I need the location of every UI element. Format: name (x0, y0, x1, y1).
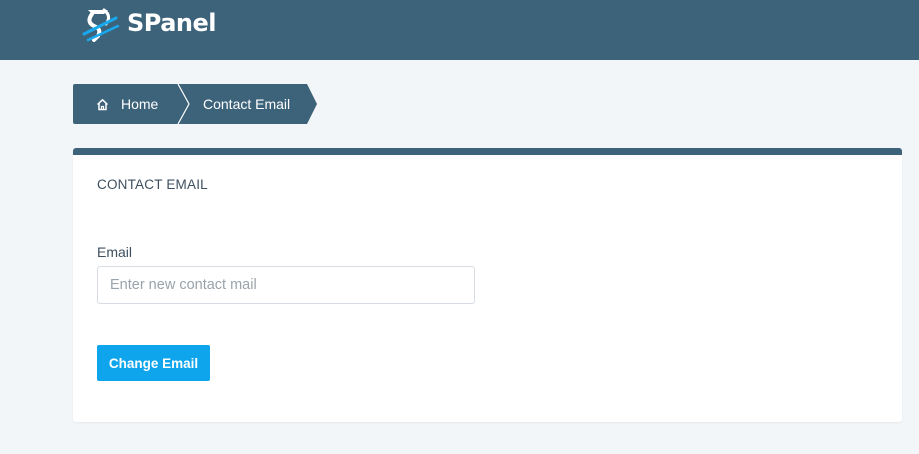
brand-name: SPanel (127, 9, 217, 37)
change-email-button[interactable]: Change Email (97, 345, 210, 381)
email-input[interactable] (97, 266, 475, 304)
brand-logo[interactable]: SPanel (82, 4, 217, 42)
breadcrumb-home-label: Home (121, 96, 159, 112)
breadcrumb-current: Contact Email (179, 84, 317, 124)
breadcrumb-current-label: Contact Email (203, 96, 291, 112)
breadcrumb-arrow-tip (307, 84, 317, 124)
breadcrumb-home[interactable]: Home (73, 84, 190, 124)
spanel-logo-icon (82, 8, 120, 42)
contact-email-card: CONTACT EMAIL Email Change Email (73, 148, 902, 422)
breadcrumb: Home Contact Email (73, 84, 317, 124)
breadcrumb-separator (177, 84, 190, 124)
email-label: Email (97, 244, 133, 260)
home-icon (96, 98, 109, 110)
top-bar: SPanel (0, 0, 919, 60)
card-title: CONTACT EMAIL (97, 177, 208, 192)
